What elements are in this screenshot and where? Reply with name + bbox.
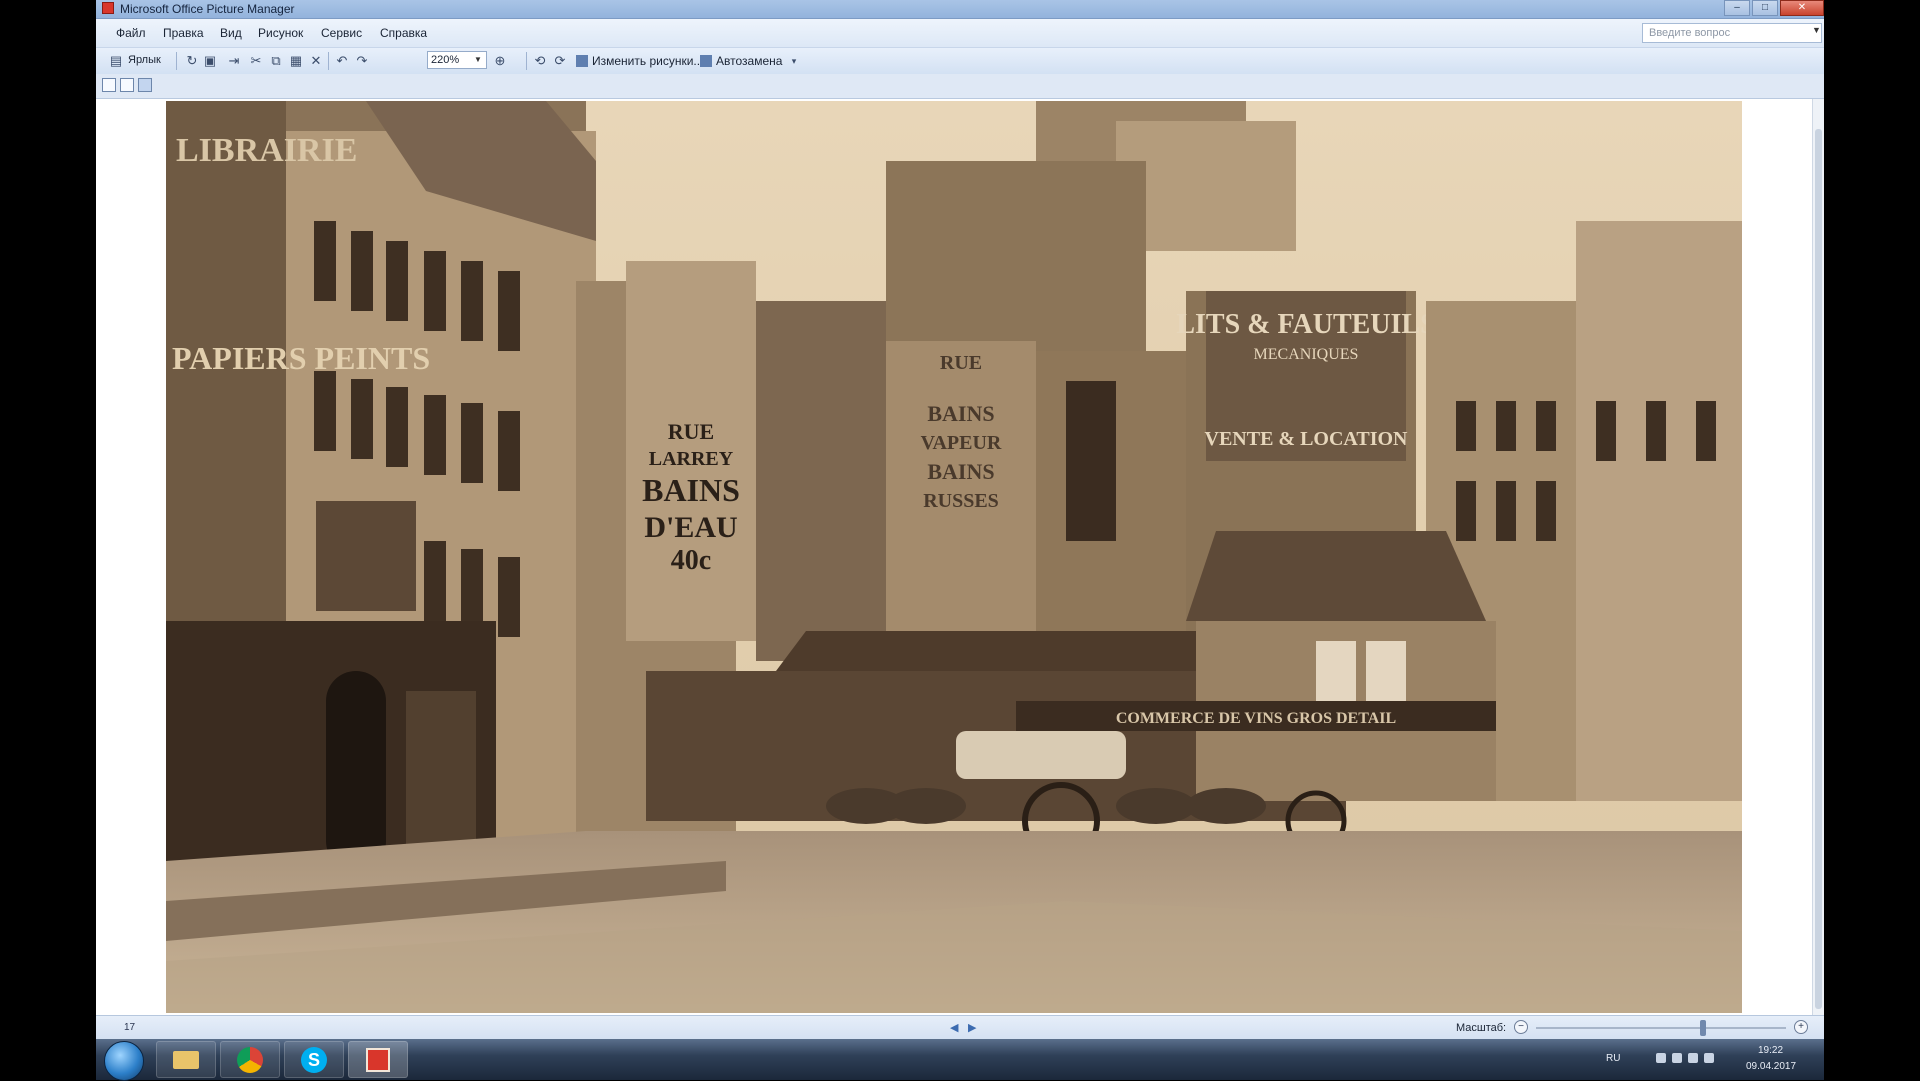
sign-bains-3: BAINS [927, 459, 994, 484]
zoom-fit-icon[interactable]: ⊕ [492, 53, 508, 69]
zoom-in-icon[interactable]: + [1794, 1020, 1808, 1034]
sign-commerce: COMMERCE DE VINS GROS DETAIL [1116, 710, 1396, 727]
picture-canvas: LIBRAIRIE PAPIERS PEINTS RUE LARREY BAIN… [96, 99, 1812, 1015]
photo-paris-street: LIBRAIRIE PAPIERS PEINTS RUE LARREY BAIN… [166, 101, 1742, 1013]
status-bar: 17 ◀ ▶ Масштаб: − + [96, 1015, 1824, 1040]
edit-pictures-icon [576, 55, 588, 67]
edit-pictures-button[interactable]: Изменить рисунки... [576, 52, 703, 70]
window-title: Microsoft Office Picture Manager [120, 2, 295, 16]
chevron-down-icon: ▼ [474, 55, 482, 64]
sign-bains: BAINS [642, 472, 740, 508]
menu-help[interactable]: Справка [380, 26, 427, 40]
toolbar: ▤ Ярлык ↻ ▣ ⇥ ✂ ⧉ ▦ ✕ ↶ ↷ 220% ▼ ⊕ ⟲ ⟳ И… [96, 47, 1824, 74]
sign-left-top: LIBRAIRIE [176, 132, 357, 169]
network-icon[interactable] [1688, 1053, 1698, 1063]
zoom-value: 220% [431, 54, 460, 66]
help-dropdown-icon[interactable]: ▼ [1812, 25, 1821, 35]
taskbar-explorer[interactable] [156, 1041, 216, 1078]
sign-russes: RUSSES [923, 490, 999, 512]
delete-icon[interactable]: ✕ [308, 53, 324, 69]
scrollbar-thumb[interactable] [1815, 129, 1822, 1009]
autocorrect-button[interactable]: Автозамена [700, 52, 782, 70]
single-picture-view-icon[interactable] [138, 78, 152, 92]
sign-larrey: LARREY [649, 448, 734, 470]
language-indicator[interactable]: RU [1606, 1053, 1620, 1064]
refresh-icon[interactable]: ↻ [184, 53, 200, 69]
clock-date[interactable]: 09.04.2017 [1746, 1061, 1796, 1072]
next-picture-icon[interactable]: ▶ [968, 1021, 976, 1034]
taskbar-skype[interactable]: S [284, 1041, 344, 1078]
rotate-right-icon[interactable]: ⟳ [552, 53, 568, 69]
sign-deau: D'EAU [644, 511, 737, 544]
edit-pictures-label: Изменить рисунки... [592, 54, 704, 68]
folder-icon [173, 1051, 199, 1069]
picture-count: 17 [124, 1022, 136, 1033]
toolbar-separator [328, 52, 329, 70]
sign-vapeur: VAPEUR [921, 432, 1002, 454]
volume-icon[interactable] [1704, 1053, 1714, 1063]
toolbar-separator [176, 52, 177, 70]
cut-icon[interactable]: ✂ [248, 53, 264, 69]
toolbar-separator [526, 52, 527, 70]
copy-icon[interactable]: ⧉ [268, 53, 284, 69]
save-icon[interactable]: ▣ [202, 53, 218, 69]
zoom-label: Масштаб: [1456, 1022, 1507, 1034]
chrome-icon [237, 1047, 263, 1073]
menu-picture[interactable]: Рисунок [258, 26, 303, 40]
menu-view[interactable]: Вид [220, 26, 242, 40]
shortcuts-icon[interactable]: ▤ [108, 53, 124, 69]
sign-bains-2: BAINS [927, 401, 994, 426]
help-search-input[interactable]: Введите вопрос [1642, 23, 1822, 43]
export-icon[interactable]: ⇥ [226, 53, 242, 69]
zoom-slider-thumb[interactable] [1700, 1020, 1706, 1036]
taskbar-chrome[interactable] [220, 1041, 280, 1078]
clock-time[interactable]: 19:22 [1758, 1045, 1783, 1056]
picture-manager-icon [366, 1048, 390, 1072]
start-button[interactable] [104, 1041, 144, 1081]
tray-arrow-icon[interactable] [1656, 1053, 1666, 1063]
autocorrect-label: Автозамена [716, 54, 783, 68]
redo-icon[interactable]: ↷ [354, 53, 370, 69]
vertical-scrollbar[interactable] [1812, 99, 1824, 1015]
zoom-slider[interactable] [1536, 1027, 1786, 1029]
sign-40c: 40c [671, 545, 711, 576]
close-button[interactable]: ✕ [1780, 0, 1824, 16]
sign-left-mid: PAPIERS PEINTS [172, 340, 430, 376]
flag-icon[interactable] [1672, 1053, 1682, 1063]
menu-tools[interactable]: Сервис [321, 26, 362, 40]
sign-lits-fauteuils: LITS & FAUTEUILS [1176, 309, 1435, 340]
sign-rue-2: RUE [940, 352, 982, 374]
title-bar[interactable]: Microsoft Office Picture Manager – □ ✕ [96, 0, 1824, 19]
picture-manager-window: Microsoft Office Picture Manager – □ ✕ Ф… [96, 0, 1824, 1080]
toolbar-options-icon[interactable]: ▾ [786, 53, 802, 69]
taskbar: S RU 19:22 09.04.2017 [96, 1039, 1824, 1081]
menu-bar: Файл Правка Вид Рисунок Сервис Справка В… [96, 19, 1824, 47]
zoom-out-icon[interactable]: − [1514, 1020, 1528, 1034]
sign-mecaniques: MECANIQUES [1254, 346, 1359, 363]
app-icon [102, 2, 114, 14]
skype-icon: S [301, 1047, 327, 1073]
previous-picture-icon[interactable]: ◀ [950, 1021, 958, 1034]
view-bar [96, 74, 1824, 99]
menu-edit[interactable]: Правка [163, 26, 204, 40]
window-controls: – □ ✕ [1722, 0, 1824, 18]
thumbnail-view-icon[interactable] [102, 78, 116, 92]
taskbar-picture-manager[interactable] [348, 1041, 408, 1078]
sign-vente-location: VENTE & LOCATION [1205, 428, 1409, 450]
autocorrect-icon [700, 55, 712, 67]
zoom-select[interactable]: 220% ▼ [427, 51, 487, 69]
sign-rue: RUE [668, 419, 714, 444]
rotate-left-icon[interactable]: ⟲ [532, 53, 548, 69]
menu-file[interactable]: Файл [116, 26, 146, 40]
minimize-button[interactable]: – [1724, 0, 1750, 16]
shortcuts-label[interactable]: Ярлык [128, 54, 161, 66]
maximize-button[interactable]: □ [1752, 0, 1778, 16]
filmstrip-view-icon[interactable] [120, 78, 134, 92]
undo-icon[interactable]: ↶ [334, 53, 350, 69]
paste-icon[interactable]: ▦ [288, 53, 304, 69]
